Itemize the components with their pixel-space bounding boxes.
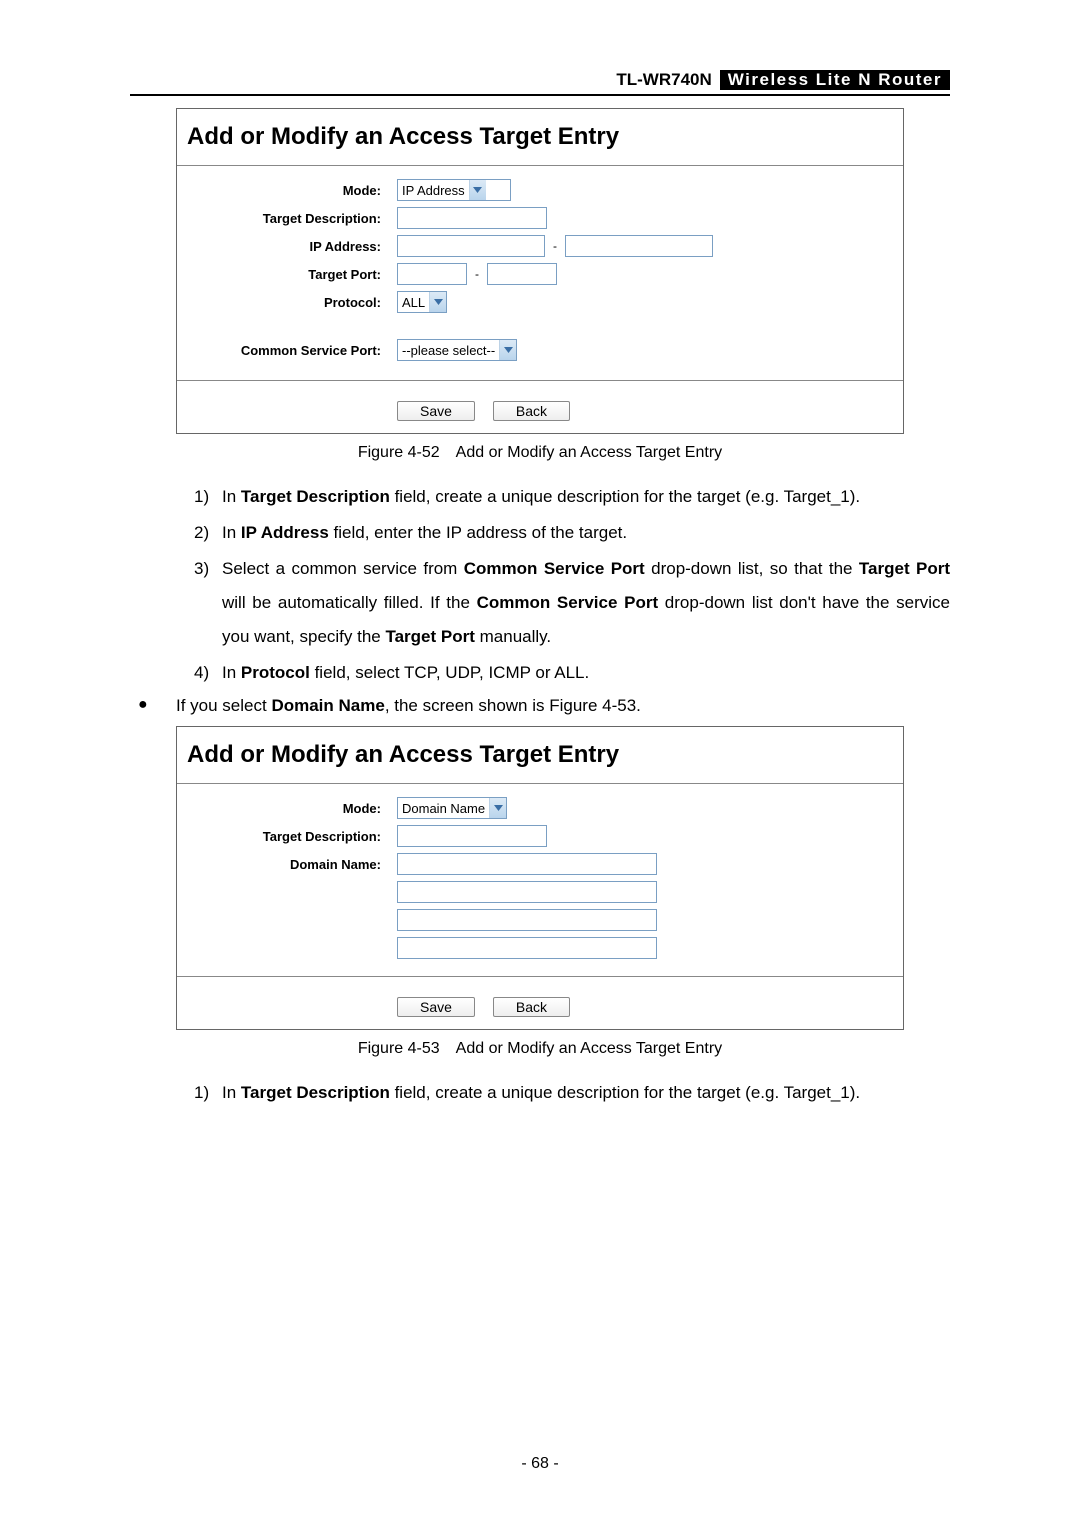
- target-description-input[interactable]: [397, 207, 547, 229]
- instruction-1: In Target Description field, create a un…: [222, 480, 950, 514]
- model-label: TL-WR740N: [608, 70, 719, 90]
- mode-label: Mode:: [177, 183, 397, 198]
- bullet-note: ● If you select Domain Name, the screen …: [130, 692, 950, 726]
- instruction2-1: In Target Description field, create a un…: [222, 1076, 950, 1110]
- save-button[interactable]: Save: [397, 401, 475, 421]
- bullet-text: If you select Domain Name, the screen sh…: [176, 696, 641, 716]
- target-description-label: Target Description:: [177, 829, 397, 844]
- mode-select-value: IP Address: [402, 183, 465, 198]
- figure-4-53: Add or Modify an Access Target Entry Mod…: [176, 726, 904, 1030]
- domain-name-input-3[interactable]: [397, 909, 657, 931]
- instruction-4: In Protocol field, select TCP, UDP, ICMP…: [222, 656, 950, 690]
- instruction-3: Select a common service from Common Serv…: [222, 552, 950, 654]
- instruction-2: In IP Address field, enter the IP addres…: [222, 516, 950, 550]
- divider: [177, 165, 903, 166]
- instructions-list-1: 1)In Target Description field, create a …: [130, 480, 950, 690]
- range-dash: -: [549, 239, 561, 253]
- target-description-label: Target Description:: [177, 211, 397, 226]
- target-port-start-input[interactable]: [397, 263, 467, 285]
- divider: [177, 976, 903, 977]
- figure2-heading: Add or Modify an Access Target Entry: [177, 727, 903, 775]
- back-button[interactable]: Back: [493, 997, 570, 1017]
- protocol-select-value: ALL: [402, 295, 425, 310]
- target-description-input[interactable]: [397, 825, 547, 847]
- mode-label: Mode:: [177, 801, 397, 816]
- protocol-select[interactable]: ALL: [397, 291, 447, 313]
- ip-address-label: IP Address:: [177, 239, 397, 254]
- bullet-icon: ●: [130, 696, 176, 716]
- domain-name-input-2[interactable]: [397, 881, 657, 903]
- common-service-port-value: --please select--: [402, 343, 495, 358]
- page-number: - 68 -: [0, 1455, 1080, 1473]
- figure1-caption: Figure 4-52 Add or Modify an Access Targ…: [130, 444, 950, 462]
- domain-name-input-1[interactable]: [397, 853, 657, 875]
- figure1-heading: Add or Modify an Access Target Entry: [177, 109, 903, 157]
- domain-name-label: Domain Name:: [177, 857, 397, 872]
- ip-address-end-input[interactable]: [565, 235, 713, 257]
- instructions-list-2: 1)In Target Description field, create a …: [130, 1076, 950, 1110]
- target-port-end-input[interactable]: [487, 263, 557, 285]
- mode-select[interactable]: Domain Name: [397, 797, 507, 819]
- chevron-down-icon: [469, 180, 486, 200]
- target-port-label: Target Port:: [177, 267, 397, 282]
- product-title: Wireless Lite N Router: [720, 70, 950, 90]
- common-service-port-label: Common Service Port:: [177, 343, 397, 358]
- figure-4-52: Add or Modify an Access Target Entry Mod…: [176, 108, 904, 434]
- chevron-down-icon: [489, 798, 506, 818]
- figure2-caption: Figure 4-53 Add or Modify an Access Targ…: [130, 1040, 950, 1058]
- divider: [177, 783, 903, 784]
- common-service-port-select[interactable]: --please select--: [397, 339, 517, 361]
- mode-select[interactable]: IP Address: [397, 179, 511, 201]
- domain-name-input-4[interactable]: [397, 937, 657, 959]
- header-rule: [130, 94, 950, 96]
- ip-address-start-input[interactable]: [397, 235, 545, 257]
- back-button[interactable]: Back: [493, 401, 570, 421]
- divider: [177, 380, 903, 381]
- save-button[interactable]: Save: [397, 997, 475, 1017]
- mode-select-value: Domain Name: [402, 801, 485, 816]
- range-dash: -: [471, 267, 483, 281]
- chevron-down-icon: [499, 340, 516, 360]
- chevron-down-icon: [429, 292, 446, 312]
- page-header: TL-WR740N Wireless Lite N Router: [130, 70, 950, 90]
- protocol-label: Protocol:: [177, 295, 397, 310]
